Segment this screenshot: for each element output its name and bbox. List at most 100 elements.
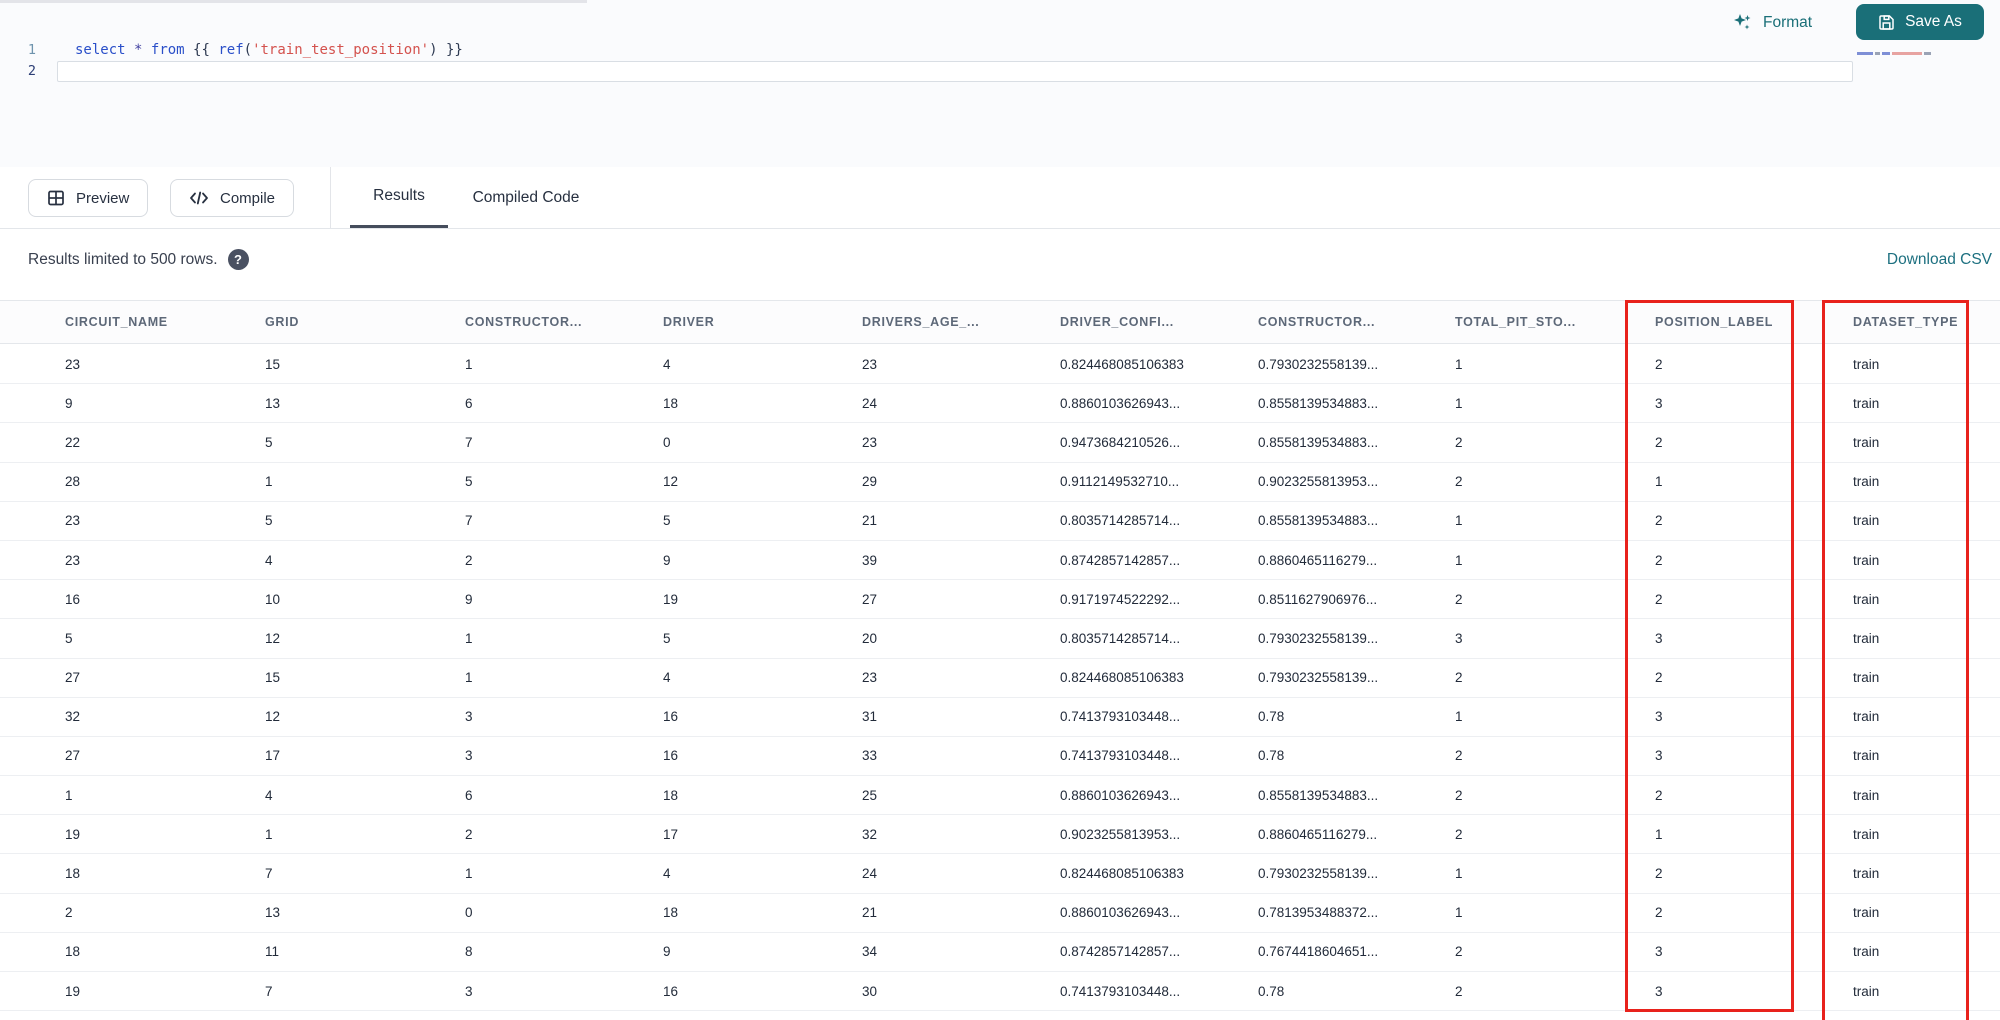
table-cell: 18 [663,787,679,803]
column-header: TOTAL_PIT_STO... [1455,315,1576,329]
table-cell: 1 [1455,513,1463,529]
table-cell: 10 [265,591,281,607]
table-cell: 0.8558139534883... [1258,787,1379,803]
table-cell: 27 [65,670,81,686]
table-cell: 5 [663,630,671,646]
preview-button[interactable]: Preview [28,179,149,217]
table-cell: 4 [265,552,273,568]
table-cell: 7 [465,513,473,529]
code-token: 'train_test_position' [252,42,430,58]
table-cell: 33 [862,748,878,764]
editor-minimap[interactable] [1857,49,1977,57]
table-cell: 17 [265,748,281,764]
format-button[interactable]: Format [1728,9,1816,37]
table-cell: train [1853,905,1880,921]
table-cell: 34 [862,944,878,960]
table-cell: 18 [65,866,81,882]
table-cell: 7 [265,983,273,999]
table-cell: 23 [65,356,81,372]
table-cell: train [1853,513,1880,529]
table-cell: 15 [265,670,281,686]
compile-button[interactable]: Compile [170,179,295,217]
table-row: 27 15 1 4 23 0.824468085106383 0.7930232558139… [0,659,2000,698]
table-cell: train [1853,434,1880,450]
table-cell: 0.7813953488372... [1258,905,1379,921]
table-cell: 9 [465,591,473,607]
editor-active-line-input[interactable] [57,61,1853,82]
column-header: DRIVERS_AGE_... [862,315,980,329]
column-header: DRIVER [663,315,715,329]
table-cell: 0.7930232558139... [1258,670,1379,686]
table-cell: train [1853,944,1880,960]
code-token: select [75,42,126,58]
download-csv-link[interactable]: Download CSV [1887,251,1992,269]
table-cell: 2 [1455,748,1463,764]
table-cell: 23 [862,434,878,450]
table-cell: 3 [465,748,473,764]
save-as-button[interactable]: Save As [1856,4,1984,40]
table-cell: 5 [465,474,473,490]
action-bar: Preview Compile Results Compiled Code [0,167,2000,229]
table-row: 28 1 5 12 29 0.9112149532710... 0.902325581395… [0,463,2000,502]
table-cell: 0.8558139534883... [1258,513,1379,529]
table-cell: 5 [65,630,73,646]
help-icon[interactable]: ? [227,249,249,270]
table-row: 5 12 1 5 20 0.8035714285714... 0.7930232558139… [0,619,2000,659]
table-cell: 1 [1455,395,1463,411]
table-cell: 2 [465,826,473,842]
table-cell: 12 [265,709,281,725]
table-cell: train [1853,866,1880,882]
table-cell: 21 [862,905,878,921]
table-cell: 0.7930232558139... [1258,356,1379,372]
table-cell: train [1853,670,1880,686]
table-cell: 28 [65,474,81,490]
table-cell: 9 [663,944,671,960]
table-cell: train [1853,395,1880,411]
table-cell: train [1853,591,1880,607]
table-cell: 0.9112149532710... [1060,474,1180,490]
table-cell: 17 [663,826,679,842]
tab-results[interactable]: Results [350,167,448,228]
table-cell: 0.8558139534883... [1258,395,1379,411]
table-cell: 29 [862,474,878,490]
table-cell: train [1853,983,1880,999]
table-cell: 16 [663,748,679,764]
table-cell: 12 [663,474,679,490]
column-header: POSITION_LABEL [1655,315,1774,329]
table-cell: 1 [1655,474,1663,490]
table-cell: 0 [465,905,473,921]
code-icon [189,190,209,206]
table-grid-icon [47,189,65,207]
table-cell: 0.8860103626943... [1060,395,1181,411]
table-cell: 0.824468085106383 [1060,670,1184,686]
sql-editor-pane: Format Save As 1 2 select * from {{ ref(… [0,0,2000,168]
table-row: 22 5 7 0 23 0.9473684210526... 0.8558139534883… [0,423,2000,463]
table-cell: 2 [1455,826,1463,842]
table-cell: 0.8742857142857... [1060,552,1181,568]
minimap-segment [1892,51,1922,55]
compile-label: Compile [220,189,276,207]
table-cell: 2 [1455,670,1463,686]
table-cell: 23 [65,552,81,568]
code-line-1[interactable]: select * from {{ ref('train_test_positio… [75,42,463,62]
table-cell: 4 [663,866,671,882]
table-cell: 3 [1655,395,1663,411]
table-cell: 1 [465,356,473,372]
table-cell: 22 [65,434,81,450]
sparkle-icon [1732,12,1754,34]
table-cell: 5 [663,513,671,529]
table-cell: 0.7413793103448... [1060,748,1181,764]
table-cell: 0.78 [1258,983,1285,999]
table-cell: 16 [663,983,679,999]
table-cell: 3 [1655,630,1663,646]
table-row: 16 10 9 19 27 0.9171974522292... 0.85116279069… [0,580,2000,620]
table-cell: 0.7674418604651... [1258,944,1379,960]
table-cell: 0.9171974522292... [1060,591,1181,607]
column-header: GRID [265,315,300,329]
table-cell: 27 [862,591,878,607]
tab-compiled-code[interactable]: Compiled Code [455,167,597,228]
table-cell: 5 [265,434,273,450]
table-cell: 0.8742857142857... [1060,944,1181,960]
